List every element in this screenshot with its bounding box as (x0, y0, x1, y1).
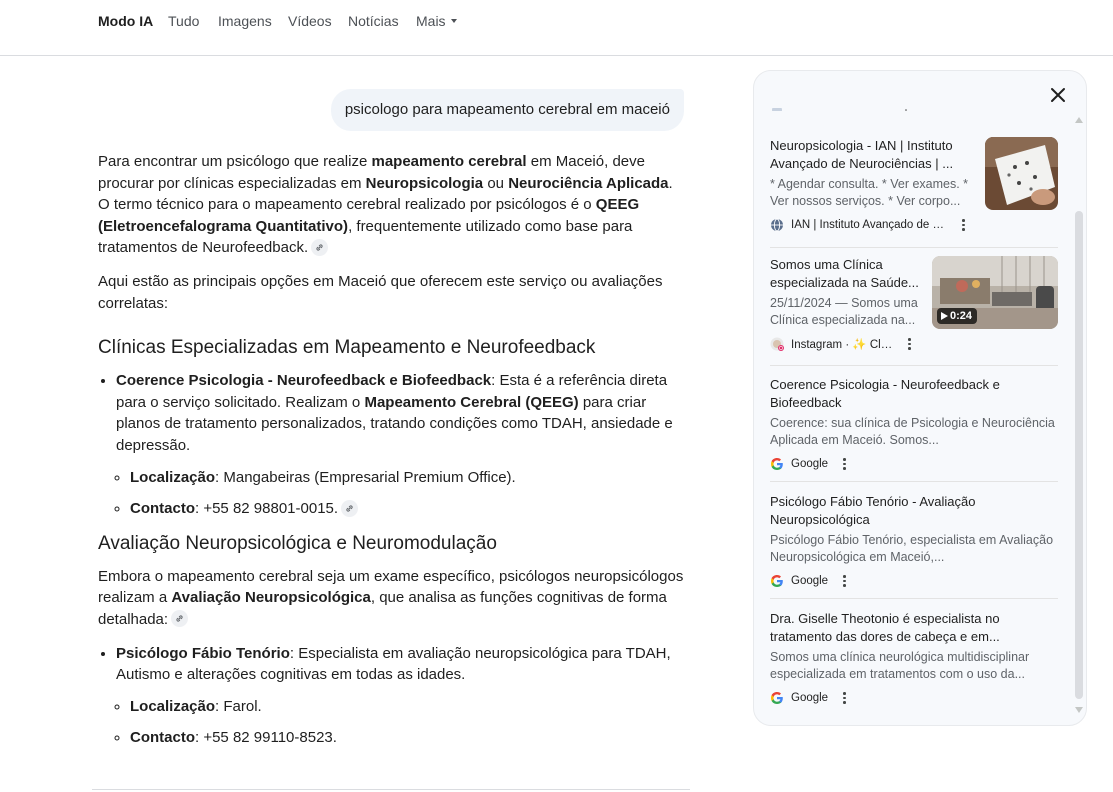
source-thumbnail[interactable] (985, 137, 1058, 210)
source-name: Google (791, 458, 829, 470)
contact-label: Contacto (130, 729, 195, 747)
scrollbar-thumb[interactable] (1075, 211, 1083, 699)
avaliacao-list: Psicólogo Fábio Tenório: Especialista em… (98, 643, 688, 749)
location-label: Localização (130, 697, 216, 715)
intro-bold-3: Neurociência Aplicada (508, 174, 669, 192)
source-name: Instagram · ✨ Clín... (791, 339, 893, 351)
clinic-details: Localização: Mangabeiras (Empresarial Pr… (116, 467, 688, 520)
tab-noticias[interactable]: Notícias (348, 13, 399, 29)
source-name: IAN | Instituto Avançado de N... (791, 219, 947, 231)
source-card[interactable]: Psicólogo Fábio Tenório - Avaliação Neur… (770, 493, 1058, 599)
user-query-bubble: psicologo para mapeamento cerebral em ma… (330, 89, 684, 131)
source-snippet: * Agendar consulta. * Ver exames. * Ver … (770, 177, 969, 208)
source-title[interactable]: Neuropsicologia - IAN | Instituto Avança… (770, 137, 970, 173)
answer-options-text: Aqui estão as principais opções em Macei… (98, 272, 663, 312)
tab-videos[interactable]: Vídeos (288, 13, 332, 29)
google-icon (771, 692, 783, 704)
scroll-down-arrow[interactable] (1075, 707, 1083, 713)
intro-text-1: Para encontrar um psicólogo que realize (98, 153, 372, 170)
location-value: : Mangabeiras (Empresarial Premium Offic… (215, 468, 516, 486)
section-heading-avaliacao: Avaliação Neuropsicológica e Neuromodula… (98, 532, 497, 554)
tab-mais[interactable]: Mais (416, 13, 457, 29)
source-attribution: Google (770, 455, 1058, 473)
source-attribution: IAN | Instituto Avançado de N... (770, 216, 970, 234)
tab-imagens[interactable]: Imagens (218, 13, 272, 29)
more-options-icon[interactable] (957, 218, 969, 232)
input-box-top-edge (92, 789, 690, 790)
section2-bold: Avaliação Neuropsicológica (171, 589, 371, 607)
source-name: Google (791, 692, 829, 704)
section-heading-clinicas: Clínicas Especializadas em Mapeamento e … (98, 337, 596, 359)
source-link-icon[interactable] (311, 238, 329, 256)
source-snippet: Somos uma clínica neurológica multidisci… (770, 650, 1030, 681)
play-icon (941, 311, 948, 320)
psychologist-name: Psicólogo Fábio Tenório (116, 644, 290, 662)
source-title[interactable]: Psicólogo Fábio Tenório - Avaliação Neur… (770, 493, 1058, 529)
contact-value: : +55 82 98801-0015. (195, 500, 339, 518)
more-options-icon[interactable] (838, 457, 850, 471)
tab-mais-label: Mais (416, 13, 446, 29)
duration-text: 0:24 (950, 310, 973, 322)
video-duration: 0:24 (937, 308, 978, 324)
source-attribution: Google (770, 689, 1058, 707)
contact-label: Contacto (130, 500, 195, 518)
clinic-bold: Mapeamento Cerebral (QEEG) (364, 393, 579, 411)
source-name: Google (791, 575, 829, 587)
contact-value: : +55 82 99110-8523. (195, 729, 337, 747)
source-card[interactable]: Coerence Psicologia - Neurofeedback e Bi… (770, 376, 1058, 482)
section2-paragraph: Embora o mapeamento cerebral seja um exa… (98, 566, 688, 631)
instagram-icon (770, 337, 784, 351)
intro-text-3: ou (483, 174, 509, 192)
psychologist-details: Localização: Farol. Contacto: +55 82 991… (116, 696, 688, 749)
source-link-icon[interactable] (341, 499, 359, 517)
source-card[interactable]: Somos uma Clínica especializada na Saúde… (770, 256, 1058, 366)
list-item: Localização: Farol. (130, 696, 688, 718)
tab-modo-ia[interactable]: Modo IA (98, 13, 153, 29)
more-options-icon[interactable] (838, 574, 850, 588)
clinic-name: Coerence Psicologia - Neurofeedback e Bi… (116, 372, 492, 390)
list-item: Coerence Psicologia - Neurofeedback e Bi… (116, 370, 688, 520)
source-title[interactable]: Somos uma Clínica especializada na Saúde… (770, 256, 920, 292)
scroll-up-arrow[interactable] (1075, 117, 1083, 123)
source-link-icon[interactable] (171, 610, 189, 628)
more-options-icon[interactable] (838, 691, 850, 705)
source-title[interactable]: Dra. Giselle Theotonio é especialista no… (770, 610, 1058, 646)
list-item: Localização: Mangabeiras (Empresarial Pr… (130, 467, 688, 489)
clinicas-list: Coerence Psicologia - Neurofeedback e Bi… (98, 370, 688, 520)
source-title[interactable]: Coerence Psicologia - Neurofeedback e Bi… (770, 376, 1058, 412)
location-label: Localização (130, 468, 216, 486)
sources-panel: Neuropsicologia - IAN | Instituto Avança… (753, 70, 1087, 726)
tab-tudo[interactable]: Tudo (168, 13, 199, 29)
list-item: Contacto: +55 82 98801-0015. (130, 498, 688, 520)
source-card[interactable]: Neuropsicologia - IAN | Instituto Avança… (770, 137, 1058, 248)
source-snippet: Psicólogo Fábio Tenório, especialista em… (770, 533, 1054, 564)
source-snippet: Coerence: sua clínica de Psicologia e Ne… (770, 416, 1055, 447)
caret-down-icon (450, 19, 457, 24)
source-attribution: Google (770, 572, 1058, 590)
video-thumbnail[interactable]: 0:24 (932, 256, 1058, 329)
list-item: Contacto: +55 82 99110-8523. (130, 727, 688, 749)
google-icon (771, 575, 783, 587)
intro-bold-2: Neuropsicologia (365, 174, 484, 192)
previous-card-remnant (770, 103, 1070, 111)
globe-icon (771, 218, 783, 232)
ai-answer: Para encontrar um psicólogo que realize … (98, 151, 688, 759)
search-tabs-bar: Modo IA Tudo Imagens Vídeos Notícias Mai… (0, 0, 1113, 56)
source-attribution: Instagram · ✨ Clín... (770, 335, 920, 353)
google-icon (771, 458, 783, 470)
more-options-icon[interactable] (903, 337, 915, 351)
location-value: : Farol. (215, 697, 262, 715)
source-card[interactable]: Dra. Giselle Theotonio é especialista no… (770, 610, 1058, 714)
list-item: Psicólogo Fábio Tenório: Especialista em… (116, 643, 688, 749)
intro-bold-1: mapeamento cerebral (371, 153, 527, 170)
answer-intro: Para encontrar um psicólogo que realize … (98, 151, 688, 259)
source-snippet: 25/11/2024 — Somos uma Clínica especiali… (770, 296, 918, 327)
